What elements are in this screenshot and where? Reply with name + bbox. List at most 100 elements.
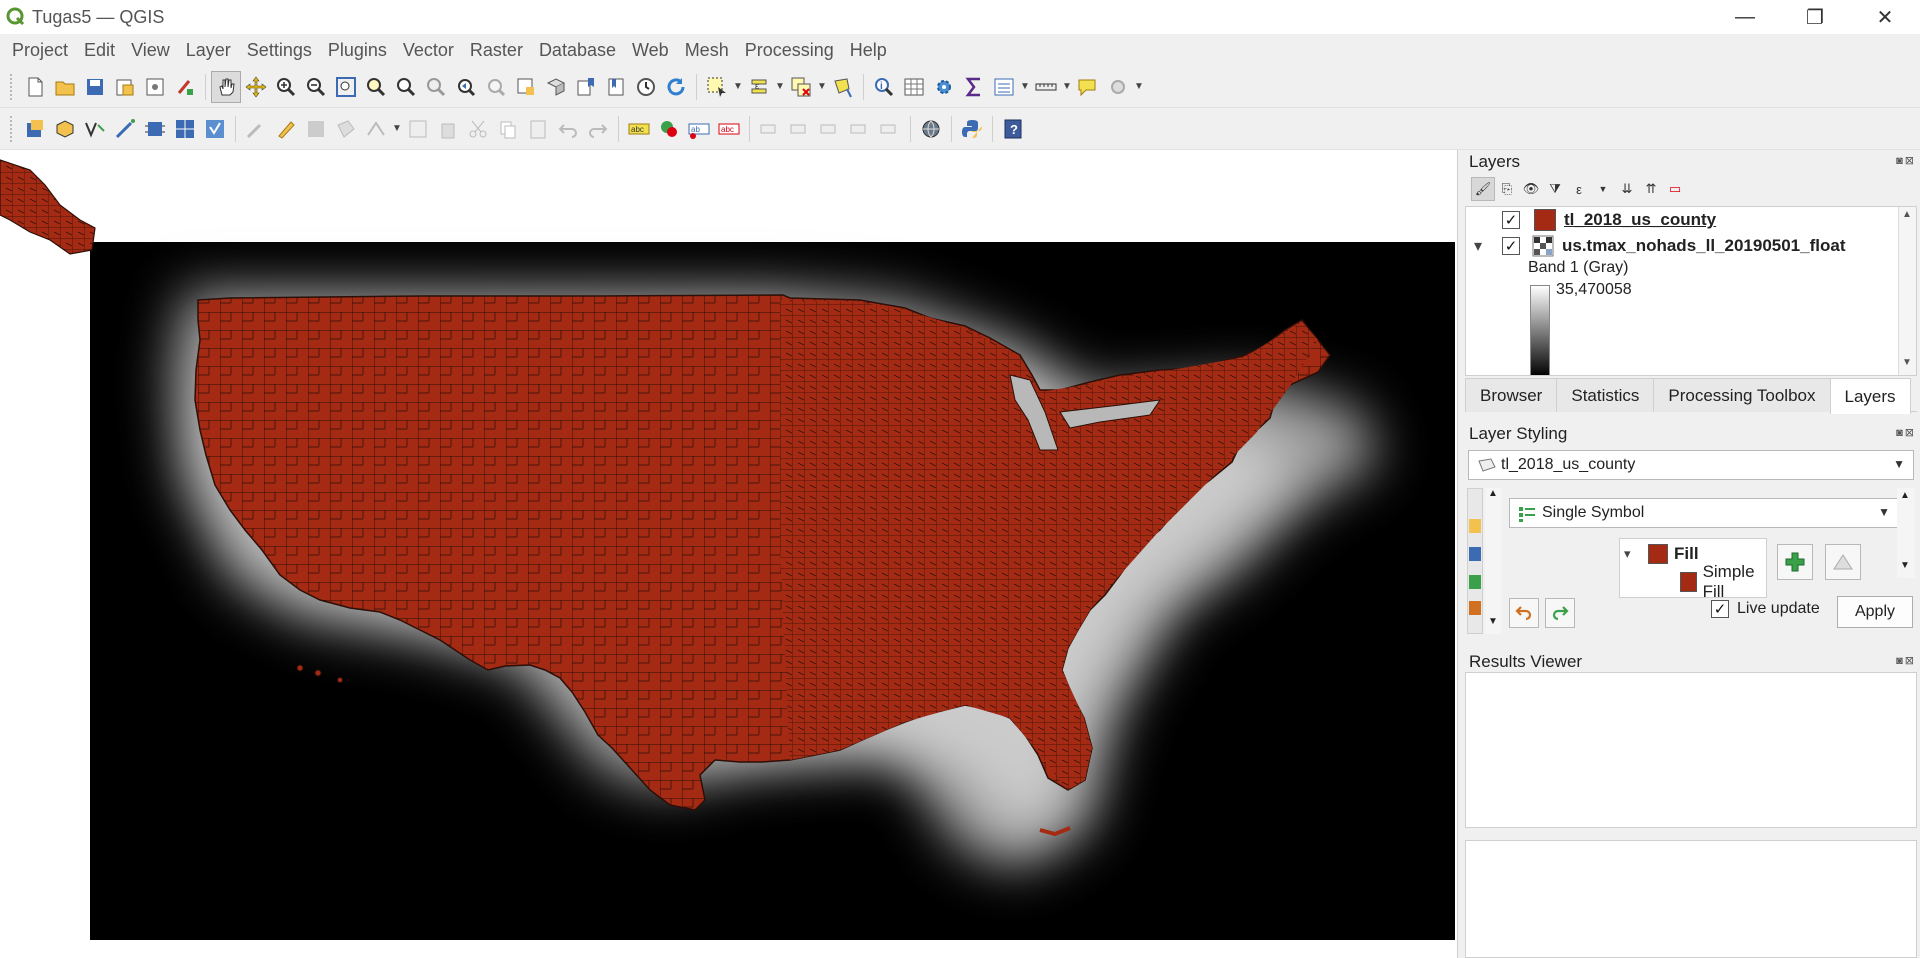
digitize-button[interactable]	[110, 113, 140, 145]
layer-tree-scrollbar[interactable]: ▲ ▼	[1898, 207, 1916, 375]
3d-tab-icon[interactable]	[1469, 575, 1481, 589]
menu-database[interactable]: Database	[531, 40, 624, 61]
scroll-down-icon[interactable]: ▼	[1900, 560, 1910, 571]
scroll-up-icon[interactable]: ▲	[1900, 490, 1910, 501]
tab-processing-toolbox[interactable]: Processing Toolbox	[1653, 378, 1831, 412]
filter-legend-button[interactable]: ⧩	[1543, 177, 1567, 201]
vertex-tool-button[interactable]	[361, 113, 391, 145]
open-project-button[interactable]	[50, 71, 80, 103]
new-map-view-button[interactable]	[511, 71, 541, 103]
renderer-select[interactable]: Single Symbol ▼	[1509, 498, 1899, 528]
locator-button[interactable]	[1103, 71, 1133, 103]
layer-row-county[interactable]: ✓ tl_2018_us_county	[1502, 207, 1916, 233]
zoom-selection-button[interactable]	[361, 71, 391, 103]
scroll-up-icon[interactable]: ▲	[1488, 488, 1498, 499]
field-calculator-button[interactable]	[929, 71, 959, 103]
globe-plugin-button[interactable]	[916, 113, 946, 145]
menu-help[interactable]: Help	[842, 40, 895, 61]
save-project-button[interactable]	[80, 71, 110, 103]
zoom-layer-button[interactable]	[391, 71, 421, 103]
symbol-row-simple-fill[interactable]: Simple Fill	[1680, 562, 1766, 601]
map-rendering[interactable]	[0, 150, 1458, 958]
statistics-button[interactable]	[959, 71, 989, 103]
close-button[interactable]: ✕	[1850, 0, 1920, 34]
new-geopackage-button[interactable]	[50, 113, 80, 145]
print-layout-button[interactable]	[140, 71, 170, 103]
style-panel-button[interactable]: 🖌	[1471, 177, 1495, 201]
layer-visibility-checkbox[interactable]: ✓	[1502, 237, 1520, 255]
menu-web[interactable]: Web	[624, 40, 677, 61]
deselect-dropdown[interactable]: ▼	[816, 81, 828, 92]
new-project-button[interactable]	[20, 71, 50, 103]
layer-name[interactable]: us.tmax_nohads_ll_20190501_float	[1562, 236, 1845, 256]
zoom-next-button[interactable]	[481, 71, 511, 103]
expand-arrow-icon[interactable]: ▾	[1474, 236, 1496, 256]
add-symbol-layer-button[interactable]	[1777, 544, 1813, 580]
select-location-button[interactable]	[828, 71, 858, 103]
menu-project[interactable]: Project	[4, 40, 76, 61]
zoom-out-button[interactable]	[301, 71, 331, 103]
python-console-button[interactable]	[957, 113, 987, 145]
labels-tab-icon[interactable]	[1469, 519, 1481, 533]
menu-edit[interactable]: Edit	[76, 40, 123, 61]
layer-labeling-button[interactable]: ab	[684, 113, 714, 145]
filter-expression-button[interactable]: ε	[1567, 177, 1591, 201]
add-feature-button[interactable]	[331, 113, 361, 145]
results-viewer-content[interactable]	[1465, 672, 1917, 828]
label-toolbar-button[interactable]: abc	[624, 113, 654, 145]
select-dropdown[interactable]: ▼	[732, 81, 744, 92]
toggle-editing-button[interactable]	[271, 113, 301, 145]
styling-layer-select[interactable]: tl_2018_us_county ▼	[1468, 450, 1914, 480]
undo-style-button[interactable]	[1509, 598, 1539, 628]
new-spatialite-button[interactable]	[170, 113, 200, 145]
menu-processing[interactable]: Processing	[737, 40, 842, 61]
measure-dropdown[interactable]: ▼	[1061, 81, 1073, 92]
expand-all-button[interactable]: ⇊	[1615, 177, 1639, 201]
new-bookmark-button[interactable]	[571, 71, 601, 103]
expression-dropdown[interactable]: ▼	[774, 81, 786, 92]
deselect-button[interactable]	[786, 71, 816, 103]
new-temporary-layer-button[interactable]	[200, 113, 230, 145]
restore-button[interactable]: ❐	[1780, 0, 1850, 34]
results-dock-buttons[interactable]: ◙⊠	[1896, 654, 1916, 667]
zoom-last-button[interactable]	[451, 71, 481, 103]
save-edits-button[interactable]	[301, 113, 331, 145]
redo-edit-button[interactable]	[583, 113, 613, 145]
apply-button[interactable]: Apply	[1837, 596, 1913, 628]
styling-scrollbar[interactable]: ▲ ▼	[1897, 488, 1915, 578]
new-3d-view-button[interactable]	[541, 71, 571, 103]
styling-dock-buttons[interactable]: ◙⊠	[1896, 426, 1916, 439]
mask-tab-icon[interactable]	[1469, 547, 1481, 561]
symbol-row-fill[interactable]: ▾ Fill	[1624, 541, 1699, 567]
diagram-toolbar-button[interactable]	[654, 113, 684, 145]
show-hide-labels-button[interactable]	[785, 113, 815, 145]
help-button[interactable]: ?	[998, 113, 1028, 145]
vertex-dropdown[interactable]: ▼	[391, 123, 403, 134]
bottom-dock-area[interactable]	[1465, 840, 1917, 958]
change-label-button[interactable]	[875, 113, 905, 145]
collapse-arrow-icon[interactable]: ▾	[1624, 546, 1642, 562]
map-tips-button[interactable]	[1073, 71, 1103, 103]
scroll-up-icon[interactable]: ▲	[1902, 209, 1912, 220]
move-label-button[interactable]	[815, 113, 845, 145]
zoom-native-button[interactable]	[421, 71, 451, 103]
data-source-manager-button[interactable]	[20, 113, 50, 145]
layers-panel-dock-buttons[interactable]: ◙⊠	[1896, 154, 1916, 167]
attribute-table-button[interactable]	[899, 71, 929, 103]
zoom-in-button[interactable]	[271, 71, 301, 103]
undo-edit-button[interactable]	[553, 113, 583, 145]
toolbar-grip[interactable]	[10, 115, 14, 142]
identify-button[interactable]: i	[869, 71, 899, 103]
paste-features-button[interactable]	[523, 113, 553, 145]
layer-row-raster[interactable]: ▾ ✓ us.tmax_nohads_ll_20190501_float	[1474, 233, 1904, 259]
measure-button[interactable]	[1031, 71, 1061, 103]
menu-settings[interactable]: Settings	[239, 40, 320, 61]
locator-dropdown[interactable]: ▼	[1133, 81, 1145, 92]
redo-style-button[interactable]	[1545, 598, 1575, 628]
diagrams-tab-icon[interactable]	[1469, 601, 1481, 615]
show-bookmarks-button[interactable]	[601, 71, 631, 103]
menu-mesh[interactable]: Mesh	[677, 40, 737, 61]
menu-raster[interactable]: Raster	[462, 40, 531, 61]
styling-side-tabs[interactable]	[1467, 488, 1483, 634]
tab-layers[interactable]: Layers	[1829, 378, 1911, 414]
